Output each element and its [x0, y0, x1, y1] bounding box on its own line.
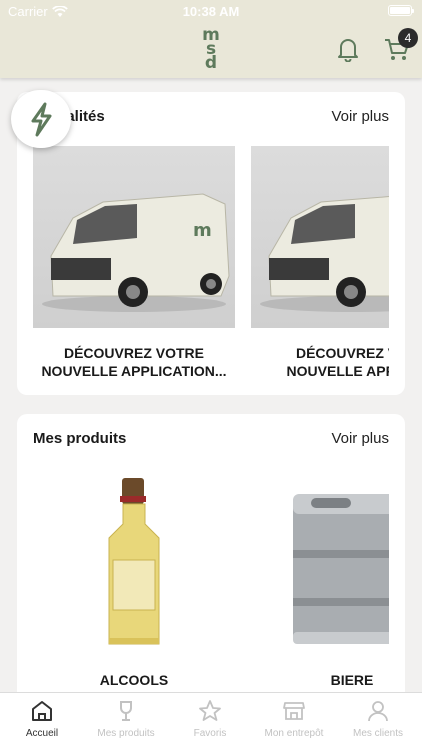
- news-caption-line2: NOUVELLE APPLICATION...: [41, 363, 227, 379]
- logo-letter-d: d: [204, 53, 218, 73]
- product-category-label: BIERE: [330, 672, 374, 688]
- wine-glass-icon: [120, 701, 132, 721]
- app-header: Carrier 10:38 AM m s d 4: [0, 0, 422, 78]
- tab-label: Accueil: [25, 728, 59, 739]
- tab-mon-entrepot[interactable]: Mon entrepôt: [252, 699, 336, 739]
- tab-mes-clients[interactable]: Mes clients: [336, 699, 420, 739]
- news-carousel[interactable]: m DÉCOUVREZ VOTRE NOUVELLE APPLICATION..…: [33, 146, 389, 386]
- tab-label: Mes clients: [352, 728, 403, 739]
- home-icon: [32, 701, 52, 721]
- news-item[interactable]: m DÉCOUVREZ VOTRE NOUVELLE APPLICATION..…: [33, 146, 235, 380]
- cart-count-badge: 4: [398, 28, 418, 48]
- product-category-item[interactable]: ALCOOLS: [33, 468, 235, 688]
- tab-accueil[interactable]: Accueil: [0, 699, 84, 739]
- tab-favoris[interactable]: Favoris: [168, 699, 252, 739]
- news-section: Actualités Voir plus m DÉCOUVREZ VOTRE N…: [17, 92, 405, 395]
- products-carousel[interactable]: ALCOOLS BIERE: [33, 468, 389, 704]
- news-caption: DÉCOUVREZ VO NOUVELLE APPLIC: [251, 344, 389, 380]
- tab-label: Favoris: [193, 728, 227, 739]
- lightning-icon: [31, 102, 52, 137]
- store-icon: [283, 702, 305, 720]
- tab-label: Mon entrepôt: [264, 728, 324, 739]
- news-caption-line1: DÉCOUVREZ VOTRE: [63, 345, 204, 361]
- quick-action-button[interactable]: [11, 90, 71, 148]
- status-time: 10:38 AM: [182, 4, 240, 19]
- news-item[interactable]: DÉCOUVREZ VO NOUVELLE APPLIC: [251, 146, 389, 380]
- beer-keg-image: [251, 468, 389, 658]
- status-bar: Carrier 10:38 AM: [0, 0, 422, 22]
- bottom-tab-bar: Accueil Mes produits Favoris Mon entrepô…: [0, 692, 422, 750]
- product-category-item[interactable]: BIERE: [251, 468, 389, 688]
- news-caption-line1: DÉCOUVREZ VO: [295, 345, 389, 361]
- products-see-more-link[interactable]: Voir plus: [331, 430, 389, 447]
- news-van-image: m: [33, 146, 235, 328]
- person-icon: [368, 701, 388, 722]
- svg-text:m: m: [193, 220, 212, 241]
- news-caption: DÉCOUVREZ VOTRE NOUVELLE APPLICATION...: [33, 344, 235, 380]
- bell-icon[interactable]: [336, 36, 360, 62]
- product-category-label: ALCOOLS: [99, 672, 169, 688]
- liquor-bottle-image: [33, 468, 235, 658]
- news-van-image: [251, 146, 389, 328]
- tab-mes-produits[interactable]: Mes produits: [84, 699, 168, 739]
- products-title: Mes produits: [33, 430, 127, 447]
- star-icon: [199, 700, 221, 721]
- tab-label: Mes produits: [97, 728, 155, 739]
- battery-icon: [388, 5, 414, 16]
- products-section: Mes produits Voir plus ALCOOLS BIERE: [17, 414, 405, 704]
- brand-logo: m s d: [196, 27, 226, 73]
- news-see-more-link[interactable]: Voir plus: [331, 108, 389, 125]
- news-caption-line2: NOUVELLE APPLIC: [286, 363, 389, 379]
